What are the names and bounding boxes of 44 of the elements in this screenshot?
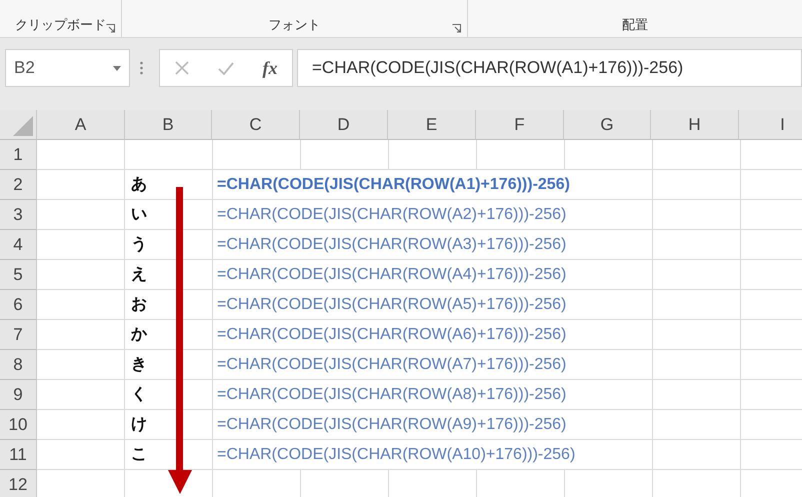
column-header[interactable]: H	[651, 110, 739, 140]
cell-text: き	[130, 353, 148, 375]
row-header[interactable]: 4	[0, 230, 37, 260]
cell-text: い	[130, 203, 148, 225]
row-header[interactable]: 12	[0, 470, 37, 497]
cell-text: え	[130, 263, 148, 285]
column-header[interactable]: I	[739, 110, 802, 140]
row-header[interactable]: 7	[0, 320, 37, 350]
grip-icon	[140, 61, 142, 75]
row-header[interactable]: 8	[0, 350, 37, 380]
insert-function-button[interactable]: fx	[262, 58, 278, 78]
row-header[interactable]: 5	[0, 260, 37, 290]
cell-text: う	[130, 233, 148, 255]
row-header[interactable]: 1	[0, 140, 37, 170]
select-all-icon[interactable]	[13, 116, 33, 136]
ribbon-group-label: フォント	[268, 16, 320, 34]
row-header[interactable]: 2	[0, 170, 37, 200]
cell-text: こ	[130, 443, 148, 465]
column-header[interactable]: C	[212, 110, 300, 140]
ribbon-group-label: 配置	[622, 16, 648, 34]
row-header[interactable]: 10	[0, 410, 37, 440]
dropdown-caret-icon	[113, 66, 121, 70]
row-header[interactable]: 11	[0, 440, 37, 470]
cell-text: か	[130, 323, 148, 345]
dialog-launcher-icon[interactable]	[106, 24, 115, 33]
cell-text: く	[130, 383, 148, 405]
cell-text: あ	[130, 173, 148, 195]
column-header[interactable]: A	[37, 110, 125, 140]
dialog-launcher-icon[interactable]	[452, 24, 461, 33]
row-header[interactable]: 3	[0, 200, 37, 230]
check-icon[interactable]	[218, 62, 234, 74]
column-header[interactable]: B	[125, 110, 212, 140]
row-header[interactable]: 6	[0, 290, 37, 320]
column-header[interactable]: E	[388, 110, 476, 140]
cell-text: け	[130, 413, 148, 435]
formula-field[interactable]: =CHAR(CODE(JIS(CHAR(ROW(A1)+176)))-256)	[297, 49, 802, 87]
column-header[interactable]: G	[564, 110, 651, 140]
row-header[interactable]: 9	[0, 380, 37, 410]
column-header[interactable]: D	[300, 110, 388, 140]
column-header[interactable]: F	[476, 110, 564, 140]
ribbon-group-label: クリップボード	[15, 16, 106, 34]
name-box[interactable]: B2	[5, 49, 130, 87]
cancel-icon[interactable]	[174, 61, 188, 75]
cell-text: お	[130, 293, 148, 315]
